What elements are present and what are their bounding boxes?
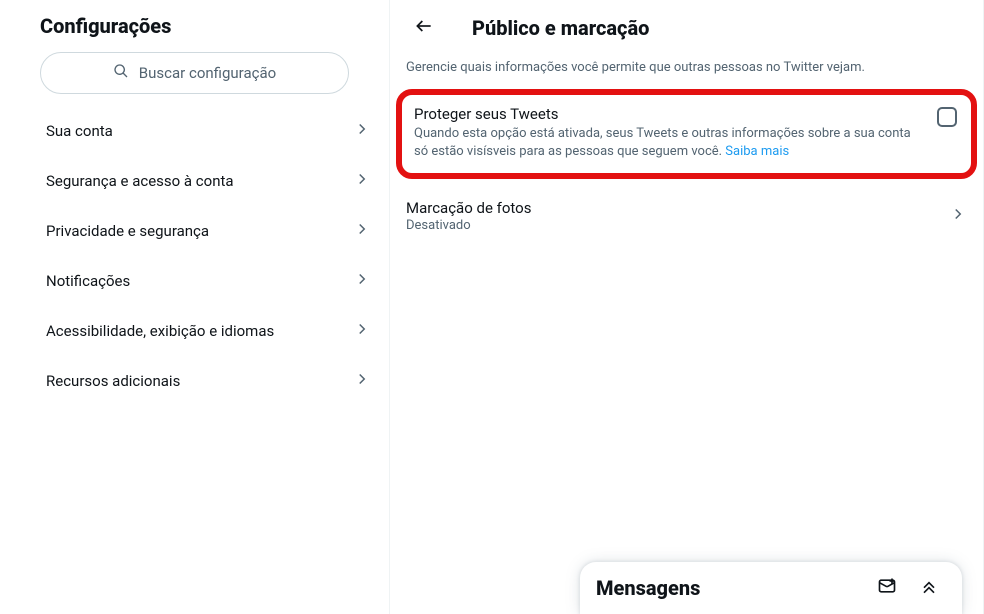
chevron-right-icon xyxy=(949,205,967,227)
new-message-icon xyxy=(877,576,897,600)
chevron-right-icon xyxy=(353,270,371,292)
chevron-right-icon xyxy=(353,170,371,192)
nav-item-label: Sua conta xyxy=(46,122,113,140)
content-panel: Público e marcação Gerencie quais inform… xyxy=(390,0,984,614)
content-header: Público e marcação xyxy=(390,0,983,52)
learn-more-link[interactable]: Saiba mais xyxy=(725,144,789,159)
settings-title: Configurações xyxy=(0,0,389,52)
new-message-button[interactable] xyxy=(870,571,904,605)
nav-item-privacy-security[interactable]: Privacidade e segurança xyxy=(0,206,389,256)
arrow-left-icon xyxy=(414,16,434,40)
protect-tweets-highlight: Proteger seus Tweets Quando esta opção e… xyxy=(396,89,977,179)
nav-item-security-access[interactable]: Segurança e acesso à conta xyxy=(0,156,389,206)
search-icon xyxy=(113,63,129,83)
search-wrap: Buscar configuração xyxy=(0,52,389,106)
expand-messages-button[interactable] xyxy=(912,571,946,605)
photo-tagging-title: Marcação de fotos xyxy=(406,199,531,217)
photo-tagging-row[interactable]: Marcação de fotos Desativado xyxy=(390,187,983,245)
nav-item-additional-resources[interactable]: Recursos adicionais xyxy=(0,356,389,406)
settings-sidebar: Configurações Buscar configuração Sua co… xyxy=(0,0,390,614)
protect-tweets-row: Proteger seus Tweets Quando esta opção e… xyxy=(414,105,959,161)
chevron-right-icon xyxy=(353,120,371,142)
protect-tweets-desc: Quando esta opção está ativada, seus Twe… xyxy=(414,125,925,161)
messages-actions xyxy=(870,571,946,605)
content-title: Público e marcação xyxy=(472,16,649,40)
photo-tagging-stack: Marcação de fotos Desativado xyxy=(406,199,531,233)
nav-item-label: Recursos adicionais xyxy=(46,372,180,390)
protect-tweets-text: Proteger seus Tweets Quando esta opção e… xyxy=(414,105,925,161)
content-subtitle: Gerencie quais informações você permite … xyxy=(390,52,983,89)
nav-item-accessibility-display-languages[interactable]: Acessibilidade, exibição e idiomas xyxy=(0,306,389,356)
nav-item-label: Notificações xyxy=(46,272,130,290)
double-chevron-up-icon xyxy=(919,576,939,600)
nav-item-label: Segurança e acesso à conta xyxy=(46,172,234,190)
nav-item-label: Privacidade e segurança xyxy=(46,222,209,240)
search-settings-input[interactable]: Buscar configuração xyxy=(40,52,349,94)
messages-title: Mensagens xyxy=(596,576,700,600)
chevron-right-icon xyxy=(353,370,371,392)
nav-item-label: Acessibilidade, exibição e idiomas xyxy=(46,322,274,340)
search-placeholder: Buscar configuração xyxy=(139,64,276,82)
back-button[interactable] xyxy=(406,10,442,46)
nav-item-notifications[interactable]: Notificações xyxy=(0,256,389,306)
app-root: Configurações Buscar configuração Sua co… xyxy=(0,0,984,614)
nav-item-account[interactable]: Sua conta xyxy=(0,106,389,156)
photo-tagging-status: Desativado xyxy=(406,218,531,233)
protect-tweets-desc-text: Quando esta opção está ativada, seus Twe… xyxy=(414,126,911,159)
protect-tweets-checkbox[interactable] xyxy=(937,107,957,127)
chevron-right-icon xyxy=(353,320,371,342)
protect-tweets-title: Proteger seus Tweets xyxy=(414,105,925,123)
settings-nav: Sua conta Segurança e acesso à conta Pri… xyxy=(0,106,389,406)
chevron-right-icon xyxy=(353,220,371,242)
messages-drawer[interactable]: Mensagens xyxy=(580,562,962,614)
